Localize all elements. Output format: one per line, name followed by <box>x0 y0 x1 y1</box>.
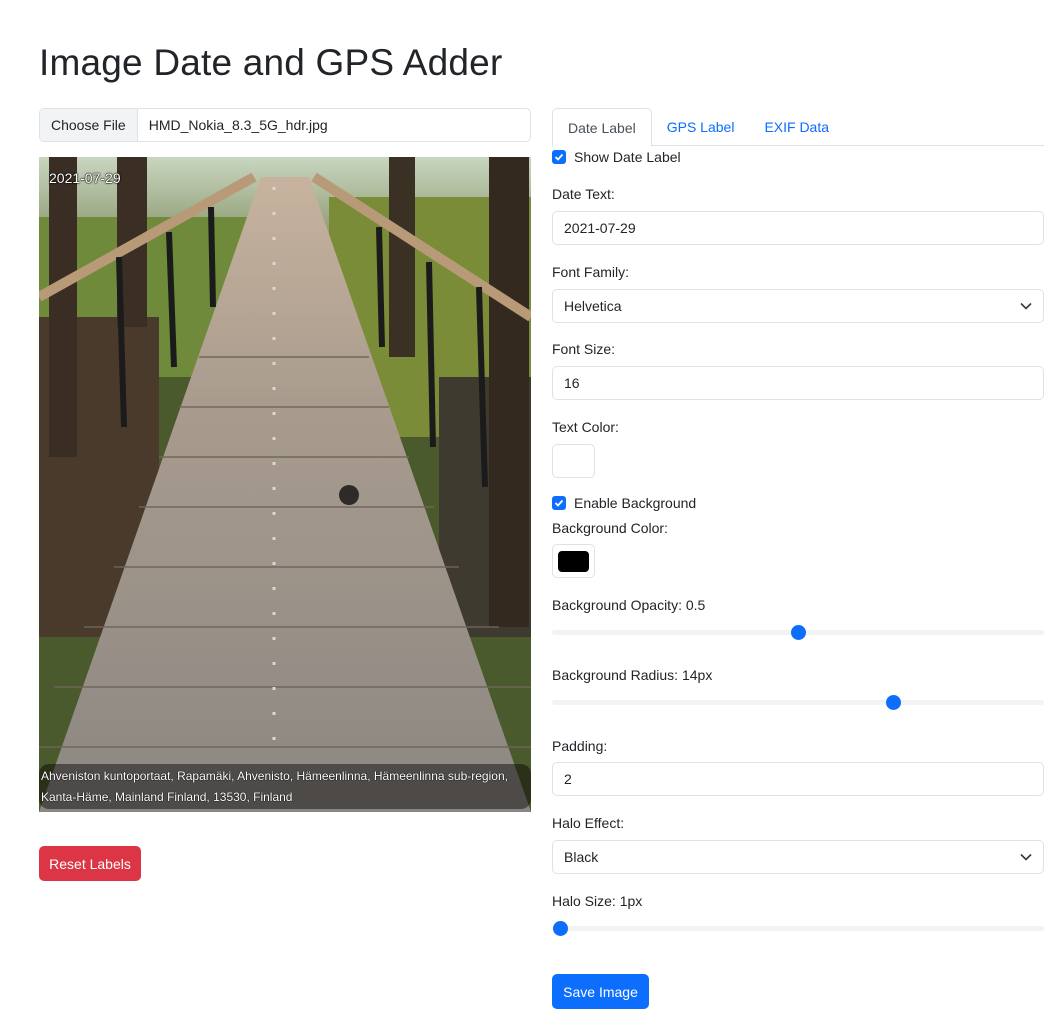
text-color-picker[interactable] <box>552 444 595 478</box>
halo-effect-select[interactable]: Black <box>552 840 1044 874</box>
show-date-label-text: Show Date Label <box>574 149 681 165</box>
gps-label-overlay[interactable]: Ahveniston kuntoportaat, Rapamäki, Ahven… <box>39 764 531 809</box>
background-opacity-label: Background Opacity: 0.5 <box>552 597 706 613</box>
save-image-button[interactable]: Save Image <box>552 974 649 1009</box>
background-radius-slider[interactable] <box>552 695 1044 710</box>
show-date-label-checkbox[interactable] <box>552 150 566 164</box>
image-preview: 2021-07-29 Ahveniston kuntoportaat, Rapa… <box>39 157 531 812</box>
tab-gps-label[interactable]: GPS Label <box>652 108 750 146</box>
halo-size-label: Halo Size: 1px <box>552 893 643 909</box>
text-color-label: Text Color: <box>552 419 619 435</box>
enable-background-checkbox[interactable] <box>552 496 566 510</box>
background-color-swatch <box>558 550 589 572</box>
slider-thumb[interactable] <box>791 625 806 640</box>
padding-label: Padding: <box>552 738 608 754</box>
file-input[interactable]: Choose File HMD_Nokia_8.3_5G_hdr.jpg <box>39 108 531 142</box>
check-icon <box>554 153 564 161</box>
chevron-down-icon <box>1020 302 1032 310</box>
slider-track <box>552 700 1044 705</box>
choose-file-button[interactable]: Choose File <box>40 109 138 141</box>
padding-input[interactable]: 2 <box>552 762 1044 796</box>
halo-effect-value: Black <box>564 849 599 865</box>
halo-size-slider[interactable] <box>552 921 1044 936</box>
page-title: Image Date and GPS Adder <box>39 42 503 83</box>
show-date-label-checkbox-row[interactable]: Show Date Label <box>552 149 681 165</box>
background-radius-label: Background Radius: 14px <box>552 667 713 683</box>
font-family-label: Font Family: <box>552 264 630 280</box>
tab-exif-data[interactable]: EXIF Data <box>749 108 844 146</box>
check-icon <box>554 499 564 507</box>
font-family-value: Helvetica <box>564 298 622 314</box>
date-label-overlay[interactable]: 2021-07-29 <box>49 170 121 186</box>
slider-thumb[interactable] <box>553 921 568 936</box>
date-text-input[interactable]: 2021-07-29 <box>552 211 1044 245</box>
gps-label-line2: Kanta-Häme, Mainland Finland, 13530, Fin… <box>41 790 293 804</box>
background-color-picker[interactable] <box>552 544 595 578</box>
background-color-label: Background Color: <box>552 520 668 536</box>
reset-labels-button[interactable]: Reset Labels <box>39 846 141 881</box>
settings-tabs: Date Label GPS Label EXIF Data <box>552 108 1044 147</box>
font-size-input[interactable]: 16 <box>552 366 1044 400</box>
slider-track <box>552 926 1044 931</box>
enable-background-checkbox-row[interactable]: Enable Background <box>552 495 696 511</box>
slider-thumb[interactable] <box>886 695 902 710</box>
chevron-down-icon <box>1020 853 1032 861</box>
text-color-swatch <box>558 450 589 472</box>
enable-background-text: Enable Background <box>574 495 697 511</box>
halo-effect-label: Halo Effect: <box>552 815 625 831</box>
date-text-label: Date Text: <box>552 186 615 202</box>
gps-label-line1: Ahveniston kuntoportaat, Rapamäki, Ahven… <box>41 769 508 783</box>
photo-boardwalk <box>39 157 531 812</box>
file-name: HMD_Nokia_8.3_5G_hdr.jpg <box>148 117 328 133</box>
font-family-select[interactable]: Helvetica <box>552 289 1044 323</box>
tab-date-label[interactable]: Date Label <box>552 108 652 147</box>
font-size-label: Font Size: <box>552 341 616 357</box>
background-opacity-slider[interactable] <box>552 625 1044 640</box>
